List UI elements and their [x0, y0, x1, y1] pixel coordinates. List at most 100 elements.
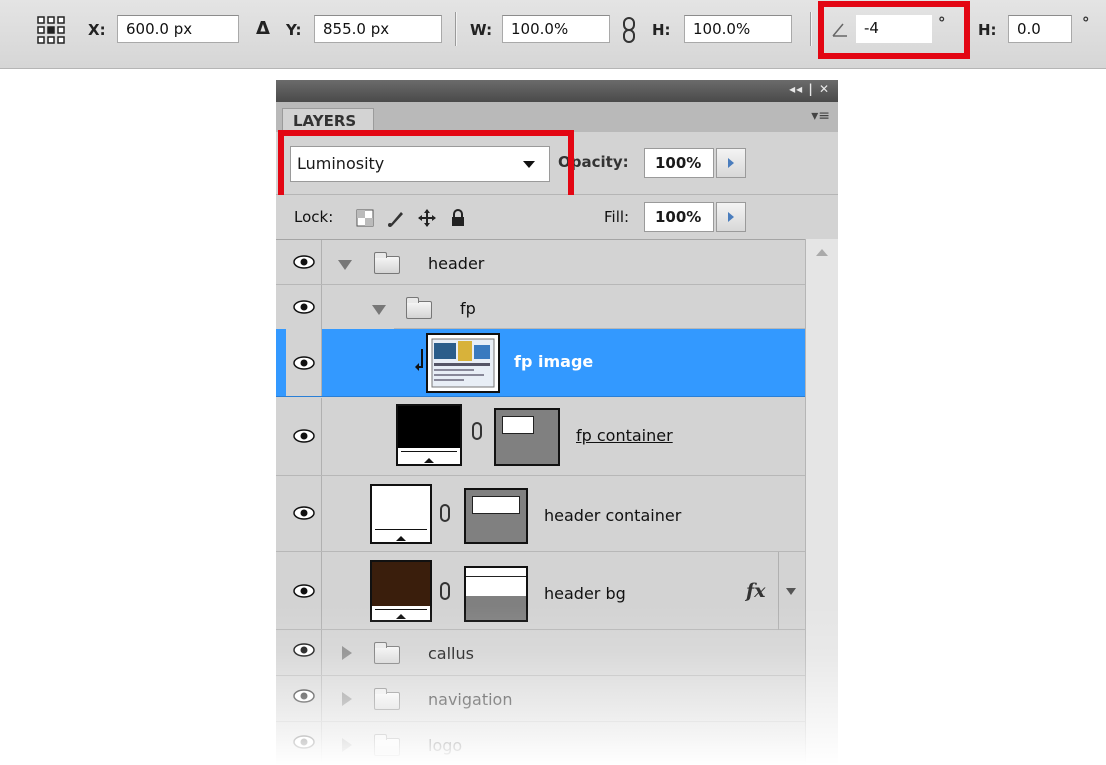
layers-panel: ◂◂ | ✕ LAYERS ▾≡ Luminosity Opacity: 100… — [276, 80, 838, 765]
thumbnail-line — [375, 529, 427, 530]
layer-list: header fp fp image fp container header c… — [276, 239, 838, 765]
layer-name: fp image — [514, 352, 594, 371]
options-bar: X: 600.0 px Δ Y: 855.0 px W: 100.0% H: 1… — [0, 0, 1106, 69]
layer-row-fp-container[interactable]: fp container — [276, 398, 806, 476]
thumbnail-marker — [424, 458, 434, 463]
mask-link-icon[interactable] — [440, 582, 450, 600]
x-label: X: — [88, 21, 106, 39]
angle-icon — [832, 23, 847, 37]
eye-icon — [293, 506, 315, 520]
mask-link-icon[interactable] — [472, 422, 482, 440]
layer-name: header bg — [544, 584, 626, 603]
lock-transparent-pixels-icon[interactable] — [356, 209, 374, 227]
panel-menu-icon[interactable]: ▾≡ — [811, 108, 830, 124]
thumbnail-line — [375, 609, 427, 610]
separator — [810, 12, 811, 46]
layer-name: fp — [460, 299, 476, 318]
fill-slider-button[interactable] — [716, 202, 746, 232]
vector-mask-thumbnail[interactable] — [464, 566, 528, 622]
mask-shape — [472, 496, 520, 514]
expand-triangle-icon[interactable] — [338, 260, 352, 270]
chain-link-icon[interactable] — [622, 17, 636, 43]
eye-icon — [293, 429, 315, 443]
layer-row-fp-image[interactable]: fp image — [276, 329, 806, 397]
height-label: H: — [652, 21, 671, 39]
layer-row-navigation[interactable]: navigation — [276, 676, 806, 722]
vector-mask-thumbnail[interactable] — [464, 488, 528, 544]
panel-tab-row: LAYERS ▾≡ — [276, 102, 838, 133]
x-position-input[interactable]: 600.0 px — [117, 15, 239, 43]
visibility-toggle[interactable] — [286, 476, 322, 551]
lock-image-pixels-icon[interactable] — [387, 209, 405, 227]
collapsed-triangle-icon[interactable] — [342, 646, 352, 660]
separator — [455, 12, 456, 46]
layer-name: fp container — [576, 426, 673, 445]
lock-icons-group — [356, 207, 475, 227]
tab-layers[interactable]: LAYERS — [282, 108, 374, 133]
thumbnail-marker — [396, 536, 406, 541]
eye-icon — [293, 255, 315, 269]
folder-icon — [374, 252, 400, 274]
clipping-arrow-icon — [415, 349, 423, 371]
thumbnail-line — [401, 451, 457, 452]
scroll-up-arrow-icon[interactable] — [816, 249, 828, 256]
eye-icon — [293, 643, 315, 657]
visibility-toggle[interactable] — [286, 552, 322, 629]
rotation-angle-input[interactable]: -4 — [856, 15, 932, 43]
layer-row-header-bg[interactable]: header bg fx — [276, 552, 806, 630]
lock-fill-row: Lock: Fill: 100% — [276, 195, 838, 239]
visibility-toggle[interactable] — [286, 630, 322, 675]
collapsed-triangle-icon[interactable] — [342, 692, 352, 706]
mask-link-icon[interactable] — [440, 504, 450, 522]
mask-gray-band — [466, 596, 526, 620]
lock-position-icon[interactable] — [418, 208, 437, 227]
y-label: Y: — [286, 21, 302, 39]
folder-icon — [374, 642, 400, 664]
height-scale-input[interactable]: 100.0% — [684, 15, 792, 43]
visibility-toggle[interactable] — [286, 329, 322, 396]
vector-mask-thumbnail[interactable] — [494, 408, 560, 466]
layer-row-callus[interactable]: callus — [276, 630, 806, 676]
relative-positioning-icon[interactable]: Δ — [256, 18, 270, 39]
mask-top-line — [466, 576, 526, 577]
y-position-input[interactable]: 855.0 px — [314, 15, 442, 43]
layer-name: callus — [428, 644, 474, 663]
layer-name: logo — [428, 736, 463, 755]
visibility-toggle[interactable] — [286, 398, 322, 475]
panel-title-bar[interactable]: ◂◂ | ✕ — [276, 80, 838, 102]
chevron-down-icon — [523, 161, 535, 168]
effects-toggle-icon[interactable] — [786, 588, 796, 595]
reference-point-grid-icon[interactable] — [36, 15, 66, 45]
mask-shape — [502, 416, 534, 434]
layer-row-header[interactable]: header — [276, 240, 806, 285]
layer-thumbnail — [396, 404, 462, 466]
layer-effects-icon[interactable]: fx — [746, 580, 766, 602]
lock-all-icon[interactable] — [449, 208, 467, 227]
skew-horizontal-input[interactable]: 0.0 — [1008, 15, 1072, 43]
layer-thumbnail — [370, 560, 432, 622]
degree-symbol: ° — [1082, 14, 1090, 32]
collapsed-triangle-icon[interactable] — [342, 738, 352, 752]
opacity-input[interactable]: 100% — [644, 148, 714, 178]
opacity-slider-button[interactable] — [716, 148, 746, 178]
opacity-label: Opacity: — [558, 153, 629, 171]
collapse-close-controls[interactable]: ◂◂ | ✕ — [789, 82, 830, 96]
expand-triangle-icon[interactable] — [372, 305, 386, 315]
layers-scrollbar[interactable] — [805, 239, 838, 765]
degree-symbol: ° — [938, 14, 946, 32]
blend-mode-dropdown[interactable]: Luminosity — [290, 146, 550, 182]
fill-input[interactable]: 100% — [644, 202, 714, 232]
lock-label: Lock: — [294, 208, 334, 226]
visibility-toggle[interactable] — [286, 285, 322, 329]
layer-row-header-container[interactable]: header container — [276, 476, 806, 552]
eye-icon — [293, 689, 315, 703]
width-scale-input[interactable]: 100.0% — [502, 15, 610, 43]
folder-icon — [406, 297, 432, 319]
layer-row-fp[interactable]: fp — [276, 285, 806, 329]
visibility-toggle[interactable] — [286, 676, 322, 721]
eye-icon — [293, 735, 315, 749]
layer-row-logo[interactable]: logo — [276, 722, 806, 765]
visibility-toggle[interactable] — [286, 240, 322, 284]
folder-icon — [374, 734, 400, 756]
visibility-toggle[interactable] — [286, 722, 322, 765]
